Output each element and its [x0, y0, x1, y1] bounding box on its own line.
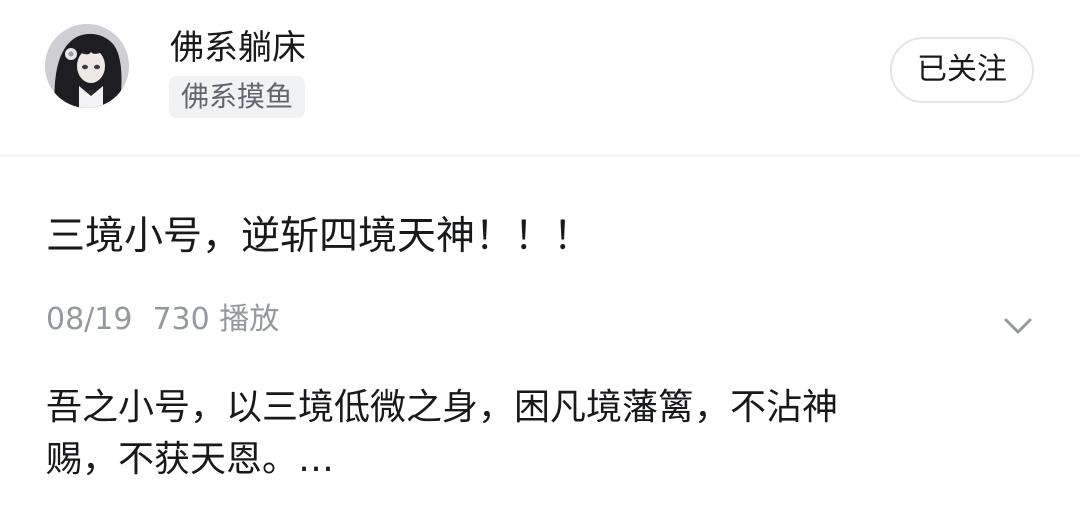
uploader-name[interactable]: 佛系躺床: [170, 26, 306, 70]
avatar[interactable]: [45, 24, 129, 108]
video-meta: 08/19 730 播放: [46, 300, 279, 340]
publish-date: 08/19: [46, 302, 133, 337]
uploader-tag: 佛系摸鱼: [169, 76, 306, 118]
play-count: 730 播放: [152, 302, 280, 337]
chevron-down-icon[interactable]: [1000, 308, 1036, 344]
description-line: 赐，不获天恩。…: [46, 439, 335, 480]
video-title: 三境小号，逆斩四境天神！！！: [46, 214, 593, 259]
follow-button[interactable]: 已关注: [890, 37, 1034, 103]
uploader-header: 佛系躺床 佛系摸鱼 已关注: [0, 0, 1080, 157]
description-line: 吾之小号，以三境低微之身，困凡境藩篱，不沾神: [46, 387, 839, 428]
video-description: 吾之小号，以三境低微之身，困凡境藩篱，不沾神 赐，不获天恩。…: [46, 382, 986, 486]
avatar-image: [45, 24, 129, 108]
video-detail-page: 佛系躺床 佛系摸鱼 已关注 三境小号，逆斩四境天神！！！ 08/19 730 播放…: [0, 0, 1080, 521]
